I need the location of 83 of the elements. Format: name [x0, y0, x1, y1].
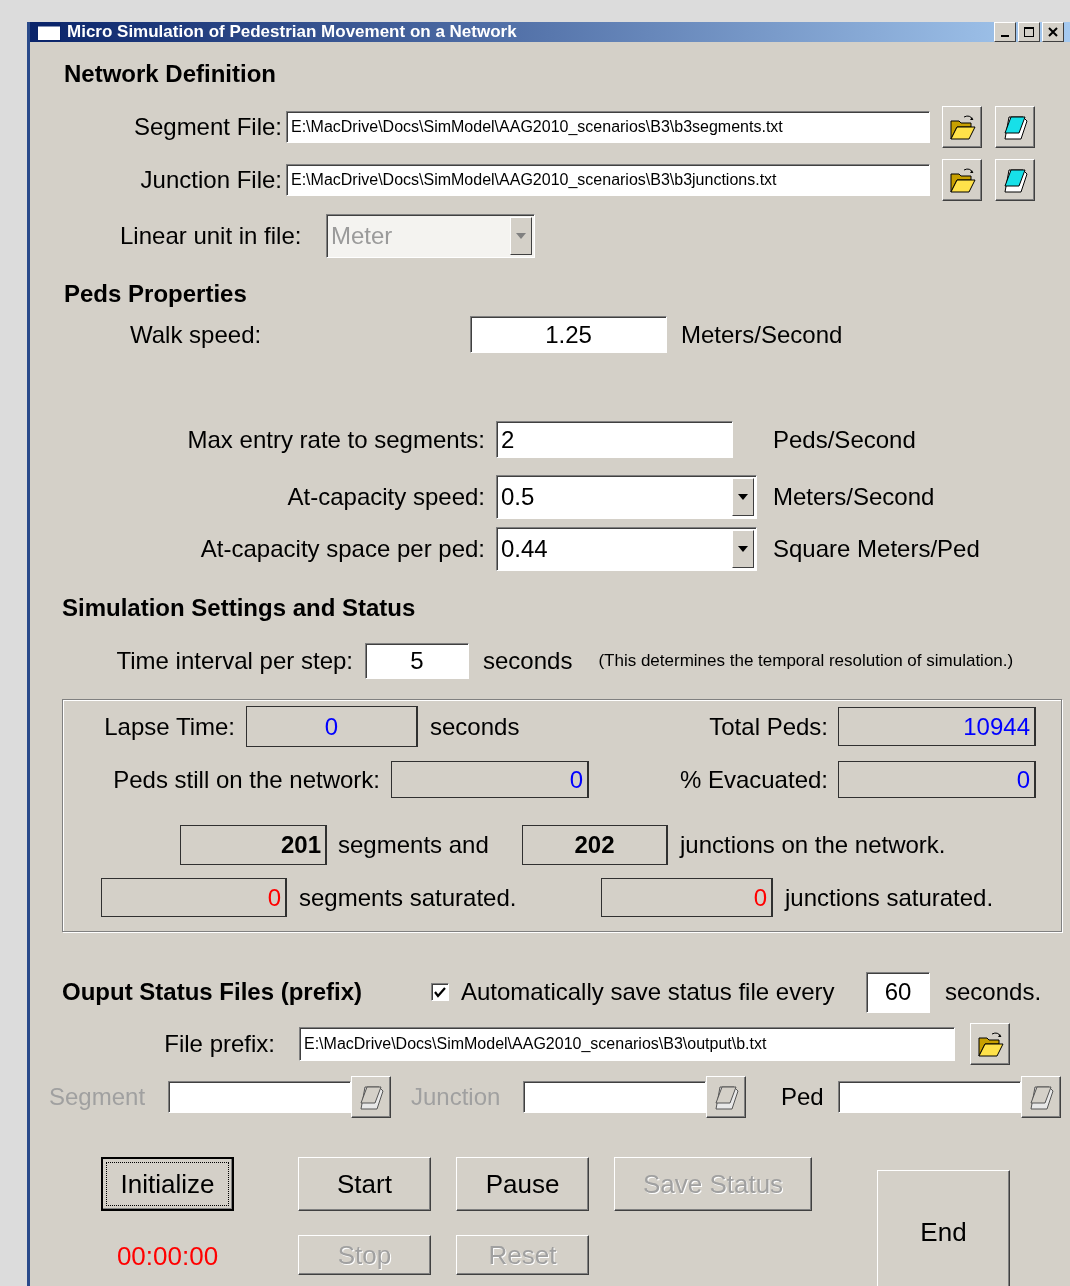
status-text: junctions on the network. [680, 831, 946, 859]
section-heading: Peds Properties [63, 280, 248, 308]
readout-field: 0 [101, 878, 287, 917]
checkbox[interactable] [431, 983, 449, 1001]
minimize-icon [1001, 35, 1009, 37]
unit-label: Square Meters/Ped [773, 534, 980, 563]
folder-icon [948, 165, 976, 194]
value-dropdown[interactable]: 0.44 [496, 526, 757, 571]
action-button[interactable]: Start [298, 1157, 431, 1211]
field-label: At-capacity speed: [286, 482, 485, 511]
page-icon [357, 1083, 385, 1111]
edit-button[interactable] [351, 1076, 391, 1118]
log-file-field[interactable] [838, 1081, 1021, 1113]
browse-button[interactable] [970, 1023, 1010, 1065]
status-text: junctions saturated. [785, 883, 994, 912]
readout-field: 0 [601, 878, 773, 917]
readout-field: 0 [246, 706, 418, 747]
file-path-field[interactable]: E:\MacDrive\Docs\SimModel\AAG2010_scenarios\B3\b3junctions.txt [286, 163, 930, 196]
browse-button[interactable] [942, 105, 982, 148]
field-label: Segment File: [132, 112, 282, 141]
readout-field: 201 [180, 825, 327, 865]
edit-button[interactable] [995, 105, 1035, 148]
readout-field: 0 [838, 761, 1036, 798]
edit-button[interactable] [706, 1076, 746, 1118]
time-interval-field[interactable]: 5 [365, 643, 469, 679]
log-file-field[interactable] [168, 1081, 351, 1113]
section-heading: Simulation Settings and Status [61, 594, 417, 622]
edit-button[interactable] [995, 158, 1035, 201]
browse-button[interactable] [942, 158, 982, 201]
walk-speed-field[interactable]: 1.25 [470, 316, 667, 353]
section-heading: Network Definition [63, 60, 277, 88]
dropdown-arrow-icon [738, 545, 748, 552]
field-label: % Evacuated: [678, 765, 828, 794]
app-icon [37, 23, 61, 41]
field-label: Lapse Time: [103, 712, 235, 741]
maximize-icon [1024, 27, 1034, 37]
readout-field: 202 [522, 825, 668, 865]
readout-field: 0 [391, 761, 589, 798]
field-label: File prefix: [163, 1030, 275, 1058]
field-label: Linear unit in file: [120, 222, 303, 250]
minimize-button[interactable] [994, 22, 1016, 42]
dropdown-arrow-icon [516, 233, 526, 239]
unit-label: Meters/Second [681, 320, 843, 349]
interval-field[interactable]: 60 [866, 971, 930, 1013]
checkbox-label: Automatically save status file every [461, 978, 836, 1006]
window-title: Micro Simulation of Pedestrian Movement on a Network [67, 22, 518, 42]
field-label: Time interval per step: [115, 647, 353, 675]
hint-text: (This determines the temporal resolution of simulation.) [598, 651, 1014, 671]
field-label: Max entry rate to segments: [186, 425, 485, 454]
status-text: segments and [338, 831, 490, 859]
close-icon [1048, 27, 1058, 37]
field-label: Walk speed: [130, 320, 263, 349]
file-prefix-field[interactable]: E:\MacDrive\Docs\SimModel\AAG2010_scenarios\B3\output\b.txt [299, 1027, 955, 1061]
page-icon [1027, 1083, 1055, 1111]
log-file-field[interactable] [523, 1081, 706, 1113]
readout-field: 10944 [838, 707, 1036, 746]
value-dropdown[interactable]: 0.5 [496, 474, 757, 519]
unit-label: Meters/Second [773, 482, 935, 511]
value-field[interactable]: 2 [496, 421, 733, 458]
field-label: Peds still on the network: [112, 765, 380, 794]
unit-label: seconds [483, 647, 573, 675]
action-button[interactable]: Initialize [101, 1157, 234, 1211]
unit-label: Peds/Second [773, 425, 916, 454]
page-icon [712, 1083, 740, 1111]
elapsed-timer: 00:00:00 [115, 1241, 220, 1272]
check-icon [434, 986, 446, 998]
action-button[interactable]: End [877, 1170, 1010, 1286]
status-text: segments saturated. [299, 883, 518, 912]
field-label: Junction File: [139, 165, 282, 194]
action-button[interactable]: Pause [456, 1157, 589, 1211]
folder-icon [948, 112, 976, 141]
close-button[interactable] [1042, 22, 1064, 42]
field-label: At-capacity space per ped: [199, 534, 485, 563]
folder-icon [976, 1030, 1004, 1058]
maximize-button[interactable] [1018, 22, 1040, 42]
unit-label: seconds [430, 712, 521, 741]
file-path-field[interactable]: E:\MacDrive\Docs\SimModel\AAG2010_scenarios\B3\b3segments.txt [286, 110, 930, 143]
unit-label: seconds. [945, 978, 1042, 1006]
section-heading: Ouput Status Files (prefix) [61, 977, 364, 1007]
log-label: Ped [781, 1083, 825, 1111]
field-label: Total Peds: [708, 712, 828, 741]
edit-button[interactable] [1021, 1076, 1061, 1118]
dropdown-arrow-icon [738, 493, 748, 500]
